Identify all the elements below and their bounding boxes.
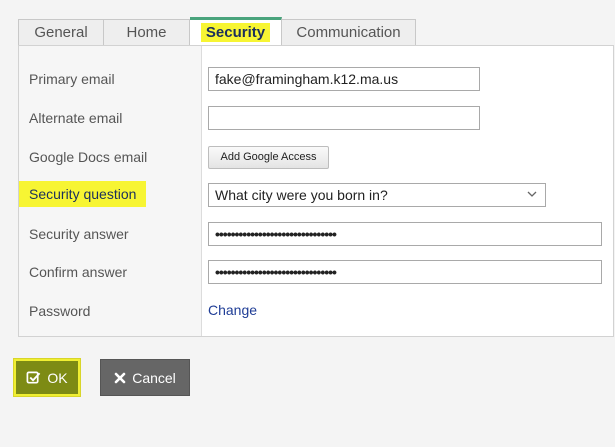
tab-home[interactable]: Home: [104, 19, 190, 45]
google-docs-email-label: Google Docs email: [29, 149, 148, 165]
password-label: Password: [29, 303, 91, 319]
tab-security[interactable]: Security: [190, 17, 282, 46]
security-answer-field[interactable]: •••••••••••••••••••••••••••••••: [208, 222, 602, 246]
security-question-value: What city were you born in?: [215, 187, 388, 203]
security-question-label: Security question: [19, 181, 147, 207]
cancel-button[interactable]: Cancel: [100, 359, 190, 396]
primary-email-label: Primary email: [29, 71, 115, 87]
security-question-select[interactable]: What city were you born in?: [208, 183, 546, 207]
tab-communication[interactable]: Communication: [282, 19, 416, 45]
security-answer-label: Security answer: [29, 226, 129, 242]
confirm-answer-field[interactable]: •••••••••••••••••••••••••••••••: [208, 260, 602, 284]
tab-general[interactable]: General: [18, 19, 104, 45]
tab-security-label: Security: [200, 23, 271, 42]
tab-general-label: General: [34, 24, 88, 41]
tab-home-label: Home: [126, 24, 167, 41]
tab-communication-label: Communication: [296, 24, 401, 41]
change-password-link[interactable]: Change: [208, 299, 257, 321]
primary-email-field[interactable]: [208, 67, 480, 91]
ok-button[interactable]: OK: [14, 359, 80, 396]
cancel-button-label: Cancel: [132, 369, 176, 386]
tab-bar: General Home Security Communication: [18, 17, 416, 46]
security-panel: Primary email Alternate email Google Doc…: [18, 45, 614, 337]
confirm-answer-label: Confirm answer: [29, 264, 128, 280]
chevron-down-icon: [527, 191, 537, 197]
check-square-icon: [26, 371, 41, 384]
alternate-email-label: Alternate email: [29, 110, 123, 126]
add-google-access-button[interactable]: Add Google Access: [208, 146, 329, 169]
alternate-email-field[interactable]: [208, 106, 480, 130]
x-icon: [114, 372, 126, 383]
ok-button-label: OK: [47, 369, 68, 386]
